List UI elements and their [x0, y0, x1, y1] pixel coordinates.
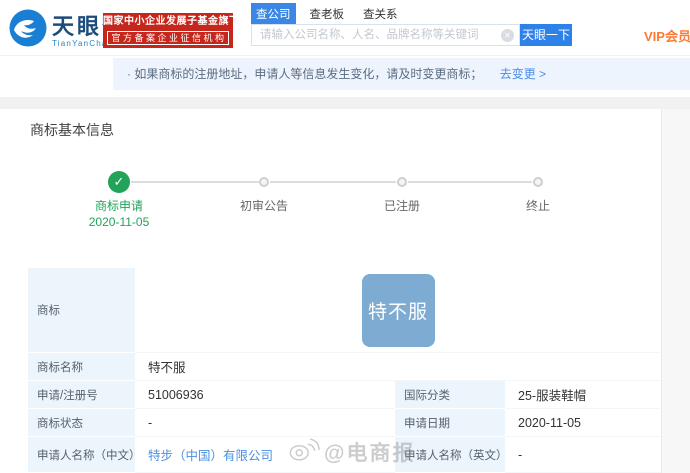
timeline-connector [131, 181, 259, 183]
notice-text: · 如果商标的注册地址，申请人等信息发生变化，请及时变更商标； [127, 67, 483, 81]
badge-line1: 国家中小企业发展子基金旗下 [103, 16, 240, 27]
row-mark-label: 商标 [28, 268, 135, 353]
row-name-label: 商标名称 [28, 353, 135, 381]
check-circle-icon: ✓ [108, 171, 130, 193]
row-regno-label: 申请/注册号 [28, 381, 135, 409]
tab-boss[interactable]: 查老板 [305, 3, 350, 25]
row-status-label: 商标状态 [28, 409, 135, 437]
search-input[interactable] [252, 25, 519, 45]
clear-circle-icon[interactable]: ✕ [501, 29, 514, 42]
vip-member-link[interactable]: VIP会员 ▾ [644, 26, 690, 45]
search-tabs: 查公司 查老板 查关系 [251, 3, 412, 25]
timeline-step-apply: 商标申请 [94, 199, 143, 213]
row-applicant-cn-label: 申请人名称（中文） [28, 437, 141, 473]
row-apply-date-value: 2020-11-05 [505, 409, 661, 437]
timeline-connector [408, 181, 532, 183]
timeline-dot-pending [533, 177, 543, 187]
row-apply-date-label: 申请日期 [395, 409, 505, 437]
row-name-value: 特不服 [135, 353, 661, 381]
search-box: ✕ [251, 24, 520, 46]
row-mark-value: 特不服 [135, 268, 661, 353]
row-regno-value: 51006936 [135, 381, 395, 409]
search-button[interactable]: 天眼一下 [520, 24, 572, 46]
trademark-image[interactable]: 特不服 [361, 273, 435, 347]
timeline-dot-pending [259, 177, 269, 187]
row-intl-class-value: 25-服装鞋帽 [505, 381, 661, 409]
tab-relation[interactable]: 查关系 [358, 3, 403, 25]
timeline-dot-pending [397, 177, 407, 187]
applicant-company-link[interactable]: 特步（中国）有限公司 [148, 445, 273, 464]
row-status-value: - [135, 409, 395, 437]
row-intl-class-label: 国际分类 [395, 381, 505, 409]
trademark-details-table: 商标 特不服 商标名称 特不服 申请/注册号 51006936 国际分类 25-… [28, 268, 661, 473]
page-right-margin [661, 109, 690, 473]
tab-company[interactable]: 查公司 [251, 3, 296, 25]
trademark-change-notice: · 如果商标的注册地址，申请人等信息发生变化，请及时变更商标； 去变更 > [113, 58, 690, 90]
timeline-step-registered: 已注册 [383, 199, 420, 213]
tianyancha-eye-icon [9, 9, 47, 52]
row-applicant-en-label: 申请人名称（英文） [395, 437, 508, 473]
top-header: 天眼查 TianYanCha.com 国家中小企业发展子基金旗下 官方备案企业征… [0, 0, 690, 56]
trademark-basic-info-card: 商标基本信息 ✓ 商标申请 2020-11-05 初审公告 已注册 终止 商标 … [0, 109, 661, 473]
page-divider [0, 97, 690, 109]
badge-line2: 官方备案企业征信机构 [107, 31, 229, 45]
go-change-link[interactable]: 去变更 > [500, 67, 546, 81]
notice-section: · 如果商标的注册地址，申请人等信息发生变化，请及时变更商标； 去变更 > [0, 57, 690, 97]
section-title: 商标基本信息 [30, 122, 114, 138]
timeline-step-terminated: 终止 [525, 199, 550, 213]
official-certification-badge: 国家中小企业发展子基金旗下 官方备案企业征信机构 [103, 13, 240, 48]
timeline-step-preliminary: 初审公告 [239, 199, 288, 213]
timeline-step-apply-date: 2020-11-05 [88, 215, 150, 229]
row-applicant-cn-value: 特步（中国）有限公司 [135, 437, 395, 473]
timeline-connector [270, 181, 396, 183]
row-applicant-en-value: - [505, 437, 661, 473]
